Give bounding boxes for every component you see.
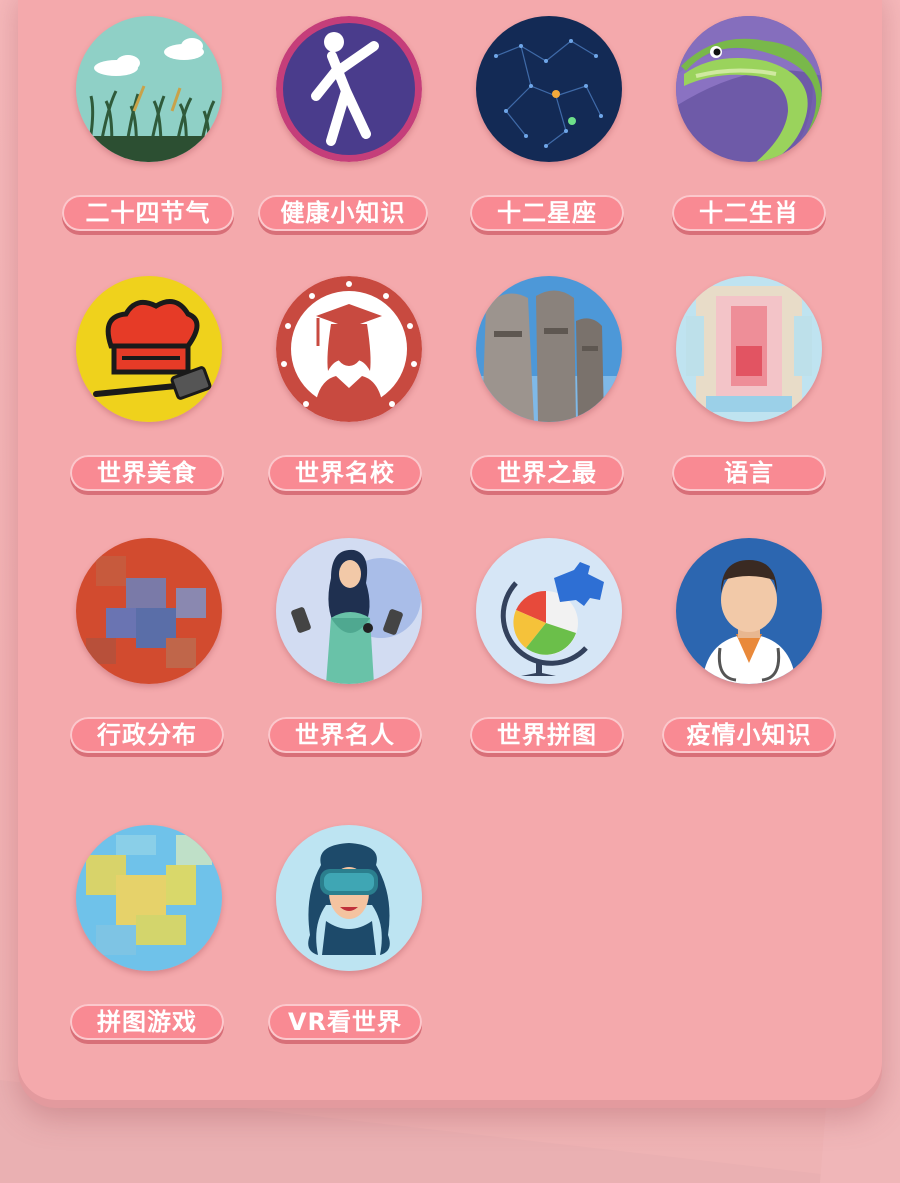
menu-item-solar-terms[interactable]: 二十四节气: [48, 16, 248, 256]
menu-item-label: 世界拼图: [470, 717, 624, 753]
menu-item-label: 世界美食: [70, 455, 224, 491]
menu-item-zodiac[interactable]: 十二生肖: [648, 16, 848, 256]
celebrities-icon: [276, 538, 422, 684]
menu-item-label: 世界名校: [268, 455, 422, 491]
menu-item-health-tips[interactable]: 健康小知识: [248, 16, 448, 256]
menu-item-label: 世界名人: [268, 717, 422, 753]
famous-school-icon: [276, 276, 422, 422]
solar-terms-icon: [76, 16, 222, 162]
menu-item-vr-world[interactable]: VR看世界: [248, 825, 448, 1065]
world-records-icon: [476, 276, 622, 422]
epidemic-tips-icon: [676, 538, 822, 684]
menu-item-language[interactable]: 语言: [648, 276, 848, 516]
menu-item-label: 十二星座: [470, 195, 624, 231]
vr-world-icon: [276, 825, 422, 971]
world-puzzle-icon: [476, 538, 622, 684]
zodiac-icon: [676, 16, 822, 162]
menu-item-label: 拼图游戏: [70, 1004, 224, 1040]
menu-item-label: VR看世界: [268, 1004, 422, 1040]
menu-item-famous-school[interactable]: 世界名校: [248, 276, 448, 516]
world-food-icon: [76, 276, 222, 422]
menu-item-label: 行政分布: [70, 717, 224, 753]
menu-item-world-puzzle[interactable]: 世界拼图: [448, 538, 648, 778]
menu-item-world-records[interactable]: 世界之最: [448, 276, 648, 516]
health-tips-icon: [276, 16, 422, 162]
menu-item-administrative-map[interactable]: 行政分布: [48, 538, 248, 778]
menu-item-celebrities[interactable]: 世界名人: [248, 538, 448, 778]
constellation-icon: [476, 16, 622, 162]
menu-item-epidemic-tips[interactable]: 疫情小知识: [648, 538, 848, 778]
menu-item-puzzle-game[interactable]: 拼图游戏: [48, 825, 248, 1065]
menu-item-label: 疫情小知识: [662, 717, 836, 753]
menu-item-world-food[interactable]: 世界美食: [48, 276, 248, 516]
menu-item-label: 二十四节气: [62, 195, 234, 231]
language-icon: [676, 276, 822, 422]
menu-item-label: 十二生肖: [672, 195, 826, 231]
puzzle-game-icon: [76, 825, 222, 971]
menu-item-label: 语言: [672, 455, 826, 491]
menu-item-label: 世界之最: [470, 455, 624, 491]
menu-item-label: 健康小知识: [258, 195, 428, 231]
administrative-map-icon: [76, 538, 222, 684]
menu-item-constellation[interactable]: 十二星座: [448, 16, 648, 256]
